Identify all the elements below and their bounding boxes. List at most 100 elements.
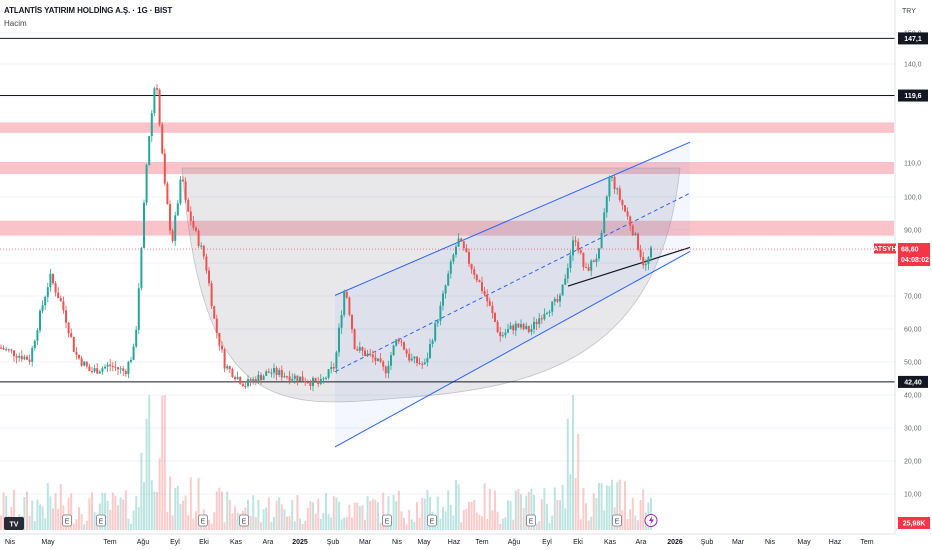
candle-body [70, 333, 73, 337]
volume-bar [546, 503, 548, 530]
candle-body [390, 355, 392, 366]
volume-bar [236, 512, 239, 530]
y-tick-label: 20,00 [904, 459, 922, 466]
candle-body [78, 354, 80, 359]
candle-body [605, 196, 608, 213]
candle-body [395, 339, 398, 346]
candle-body [54, 283, 57, 293]
volume-bar [595, 498, 598, 530]
volume-bar [452, 515, 455, 530]
volume-bar [314, 513, 317, 530]
volume-bar [582, 487, 585, 530]
candle-body [361, 347, 364, 351]
candle-body [189, 211, 192, 221]
volume-bar [122, 499, 125, 530]
volume-bar [551, 515, 554, 530]
candle-body [28, 359, 31, 362]
candle-body [631, 225, 634, 236]
volume-bar [135, 496, 138, 530]
level-tag-label: 119,6 [904, 93, 921, 100]
volume-bar [117, 505, 119, 530]
candle-body [280, 370, 283, 378]
candle-body [218, 332, 221, 346]
candle-body [59, 298, 62, 302]
candle-body [535, 321, 538, 325]
volume-bar [332, 496, 335, 530]
x-tick-label: Nis [392, 539, 403, 546]
volume-bar [416, 501, 418, 530]
volume-bar [28, 516, 31, 530]
volume-bar [88, 498, 91, 530]
volume-bar [163, 395, 166, 530]
volume-bar [54, 493, 57, 530]
volume-bar [642, 489, 645, 530]
candle-body [507, 329, 509, 333]
volume-bar [366, 496, 369, 530]
candle-body [36, 330, 39, 341]
candle-body [413, 356, 416, 359]
candle-body [478, 280, 481, 283]
x-tick-label: Haz [448, 539, 461, 546]
candle-body [345, 291, 348, 298]
candle-body [382, 361, 385, 367]
volume-bar [299, 518, 301, 530]
volume-bar [234, 506, 236, 530]
candle-body [260, 374, 262, 381]
candle-body [122, 368, 125, 371]
candle-body [247, 379, 249, 387]
candle-body [98, 371, 101, 374]
volume-bar [150, 480, 153, 530]
price-chart[interactable]: 150,0140,0130,0110,0100,090,0080,0070,00… [0, 0, 932, 550]
candle-body [10, 349, 13, 351]
y-tick-label: 60,00 [904, 327, 922, 334]
event-label: E [385, 519, 390, 526]
candle-body [319, 378, 322, 384]
volume-bar [603, 510, 606, 530]
candle-body [522, 324, 525, 330]
candle-body [317, 381, 320, 384]
candle-body [239, 377, 242, 384]
level-tag-label: 42,40 [904, 379, 922, 386]
volume-bar [348, 504, 351, 530]
candle-body [494, 313, 496, 322]
x-tick-label: Ağu [137, 539, 150, 546]
volume-bar [564, 508, 567, 530]
volume-bar [174, 488, 177, 530]
volume-bar [304, 520, 307, 530]
candle-body [546, 312, 548, 314]
candle-body [306, 382, 309, 384]
candle-body [470, 263, 473, 270]
candle-body [642, 257, 645, 266]
volume-bar [166, 511, 169, 530]
volume-bar [317, 498, 320, 530]
x-tick-label: May [417, 539, 431, 546]
candle-body [93, 368, 96, 372]
candle-body [145, 165, 148, 203]
candle-body [265, 371, 268, 376]
tradingview-logo: TV [4, 517, 24, 530]
candle-body [283, 376, 286, 378]
candle-body [67, 322, 70, 334]
volume-bar [473, 500, 476, 530]
candle-body [49, 273, 52, 288]
volume-bar [106, 500, 109, 530]
volume-bar [356, 502, 359, 530]
candle-body [410, 358, 413, 361]
candle-body [132, 346, 135, 360]
x-tick-label: 2025 [292, 539, 308, 546]
volume-bar [491, 510, 494, 530]
volume-bar [85, 520, 88, 530]
candle-body [57, 292, 60, 299]
volume-bar [626, 519, 629, 530]
volume-bar [543, 488, 546, 530]
volume-bar [114, 495, 117, 530]
candle-body [223, 349, 226, 369]
volume-bar [91, 492, 93, 530]
candle-body [117, 367, 119, 370]
x-tick-label: Mar [359, 539, 372, 546]
candle-body [587, 267, 590, 271]
candle-body [182, 179, 184, 182]
candle-body [501, 335, 504, 337]
volume-bar [132, 510, 135, 530]
volume-bar [405, 524, 408, 530]
